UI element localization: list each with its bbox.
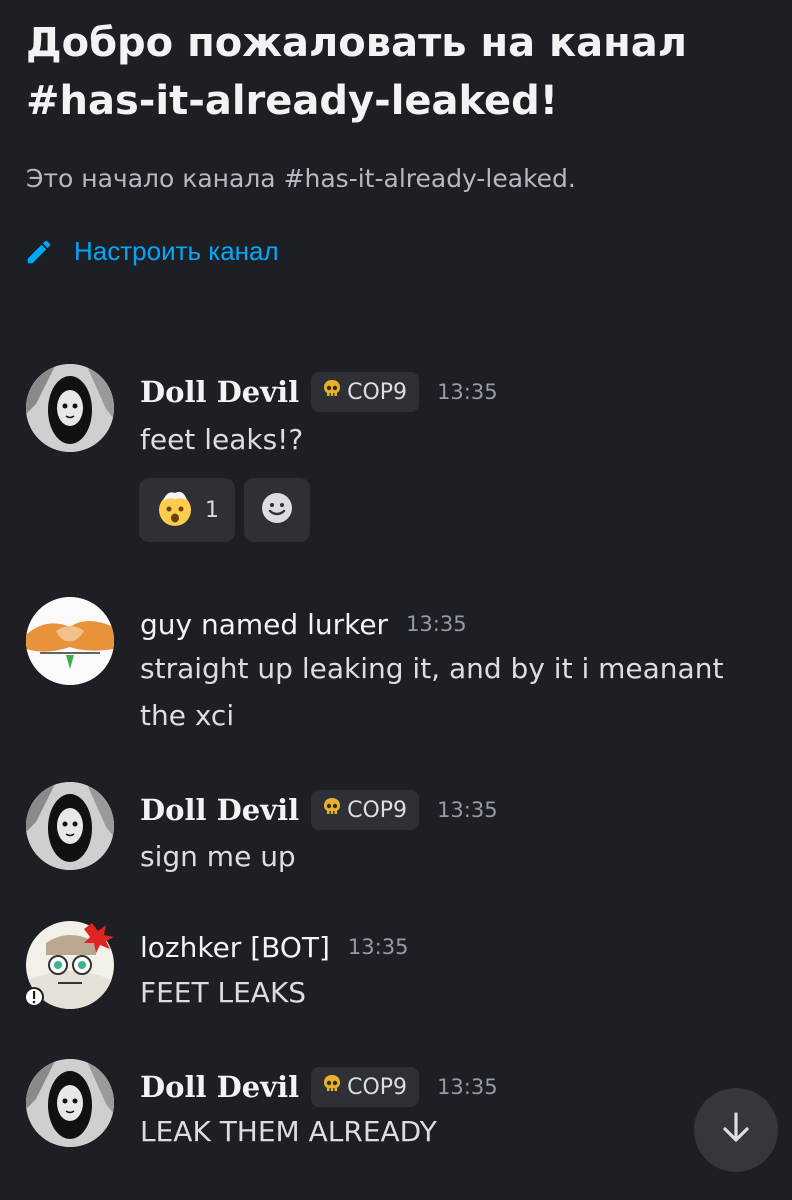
scroll-to-bottom-button[interactable] <box>694 1088 778 1172</box>
timestamp: 13:35 <box>437 1075 498 1099</box>
server-tag[interactable]: COP9 <box>311 372 420 412</box>
username[interactable]: Doll Devil <box>140 1070 299 1104</box>
add-reaction-button[interactable] <box>244 478 310 542</box>
mind-blown-emoji <box>155 488 195 533</box>
server-tag[interactable]: COP9 <box>311 1067 420 1107</box>
message-text: feet leaks!? <box>140 423 304 456</box>
server-tag-label: COP9 <box>347 379 408 405</box>
smiley-icon <box>259 490 295 531</box>
server-tag-label: COP9 <box>347 797 408 823</box>
welcome-title: Добро пожаловать на канал #has-it-alread… <box>26 20 688 124</box>
skull-icon <box>321 378 343 406</box>
skull-icon <box>321 1073 343 1101</box>
skull-icon <box>321 796 343 824</box>
timestamp: 13:35 <box>437 798 498 822</box>
timestamp: 13:35 <box>347 935 409 959</box>
edit-channel-label: Настроить канал <box>74 236 279 266</box>
message-text: LEAK THEM ALREADY <box>140 1115 437 1148</box>
message-text: straight up leaking it, and by it i mean… <box>140 652 724 732</box>
arrow-down-icon <box>716 1108 756 1153</box>
pencil-icon <box>24 237 54 267</box>
avatar-lozhker-bot[interactable] <box>26 921 114 1009</box>
reaction-count: 1 <box>205 497 219 523</box>
username[interactable]: Doll Devil <box>140 375 299 409</box>
avatar-guy-named-lurker[interactable] <box>26 597 114 685</box>
username[interactable]: lozhker [BOT] <box>140 931 330 964</box>
chat-view: Добро пожаловать на канал #has-it-alread… <box>0 0 792 1200</box>
username[interactable]: Doll Devil <box>140 793 299 827</box>
message-text: sign me up <box>140 840 296 873</box>
avatar-doll-devil[interactable] <box>26 782 114 870</box>
message-text: FEET LEAKS <box>140 976 307 1009</box>
avatar-doll-devil[interactable] <box>26 1059 114 1147</box>
welcome-subtitle: Это начало канала #has-it-already-leaked… <box>26 164 576 193</box>
timestamp: 13:35 <box>437 380 498 404</box>
timestamp: 13:35 <box>406 612 467 636</box>
server-tag[interactable]: COP9 <box>311 790 420 830</box>
server-tag-label: COP9 <box>347 1074 408 1100</box>
edit-channel-link[interactable]: Настроить канал <box>24 236 279 267</box>
avatar-doll-devil[interactable] <box>26 364 114 452</box>
username[interactable]: guy named lurker <box>140 608 388 641</box>
reaction-mind-blown[interactable]: 1 <box>139 478 235 542</box>
